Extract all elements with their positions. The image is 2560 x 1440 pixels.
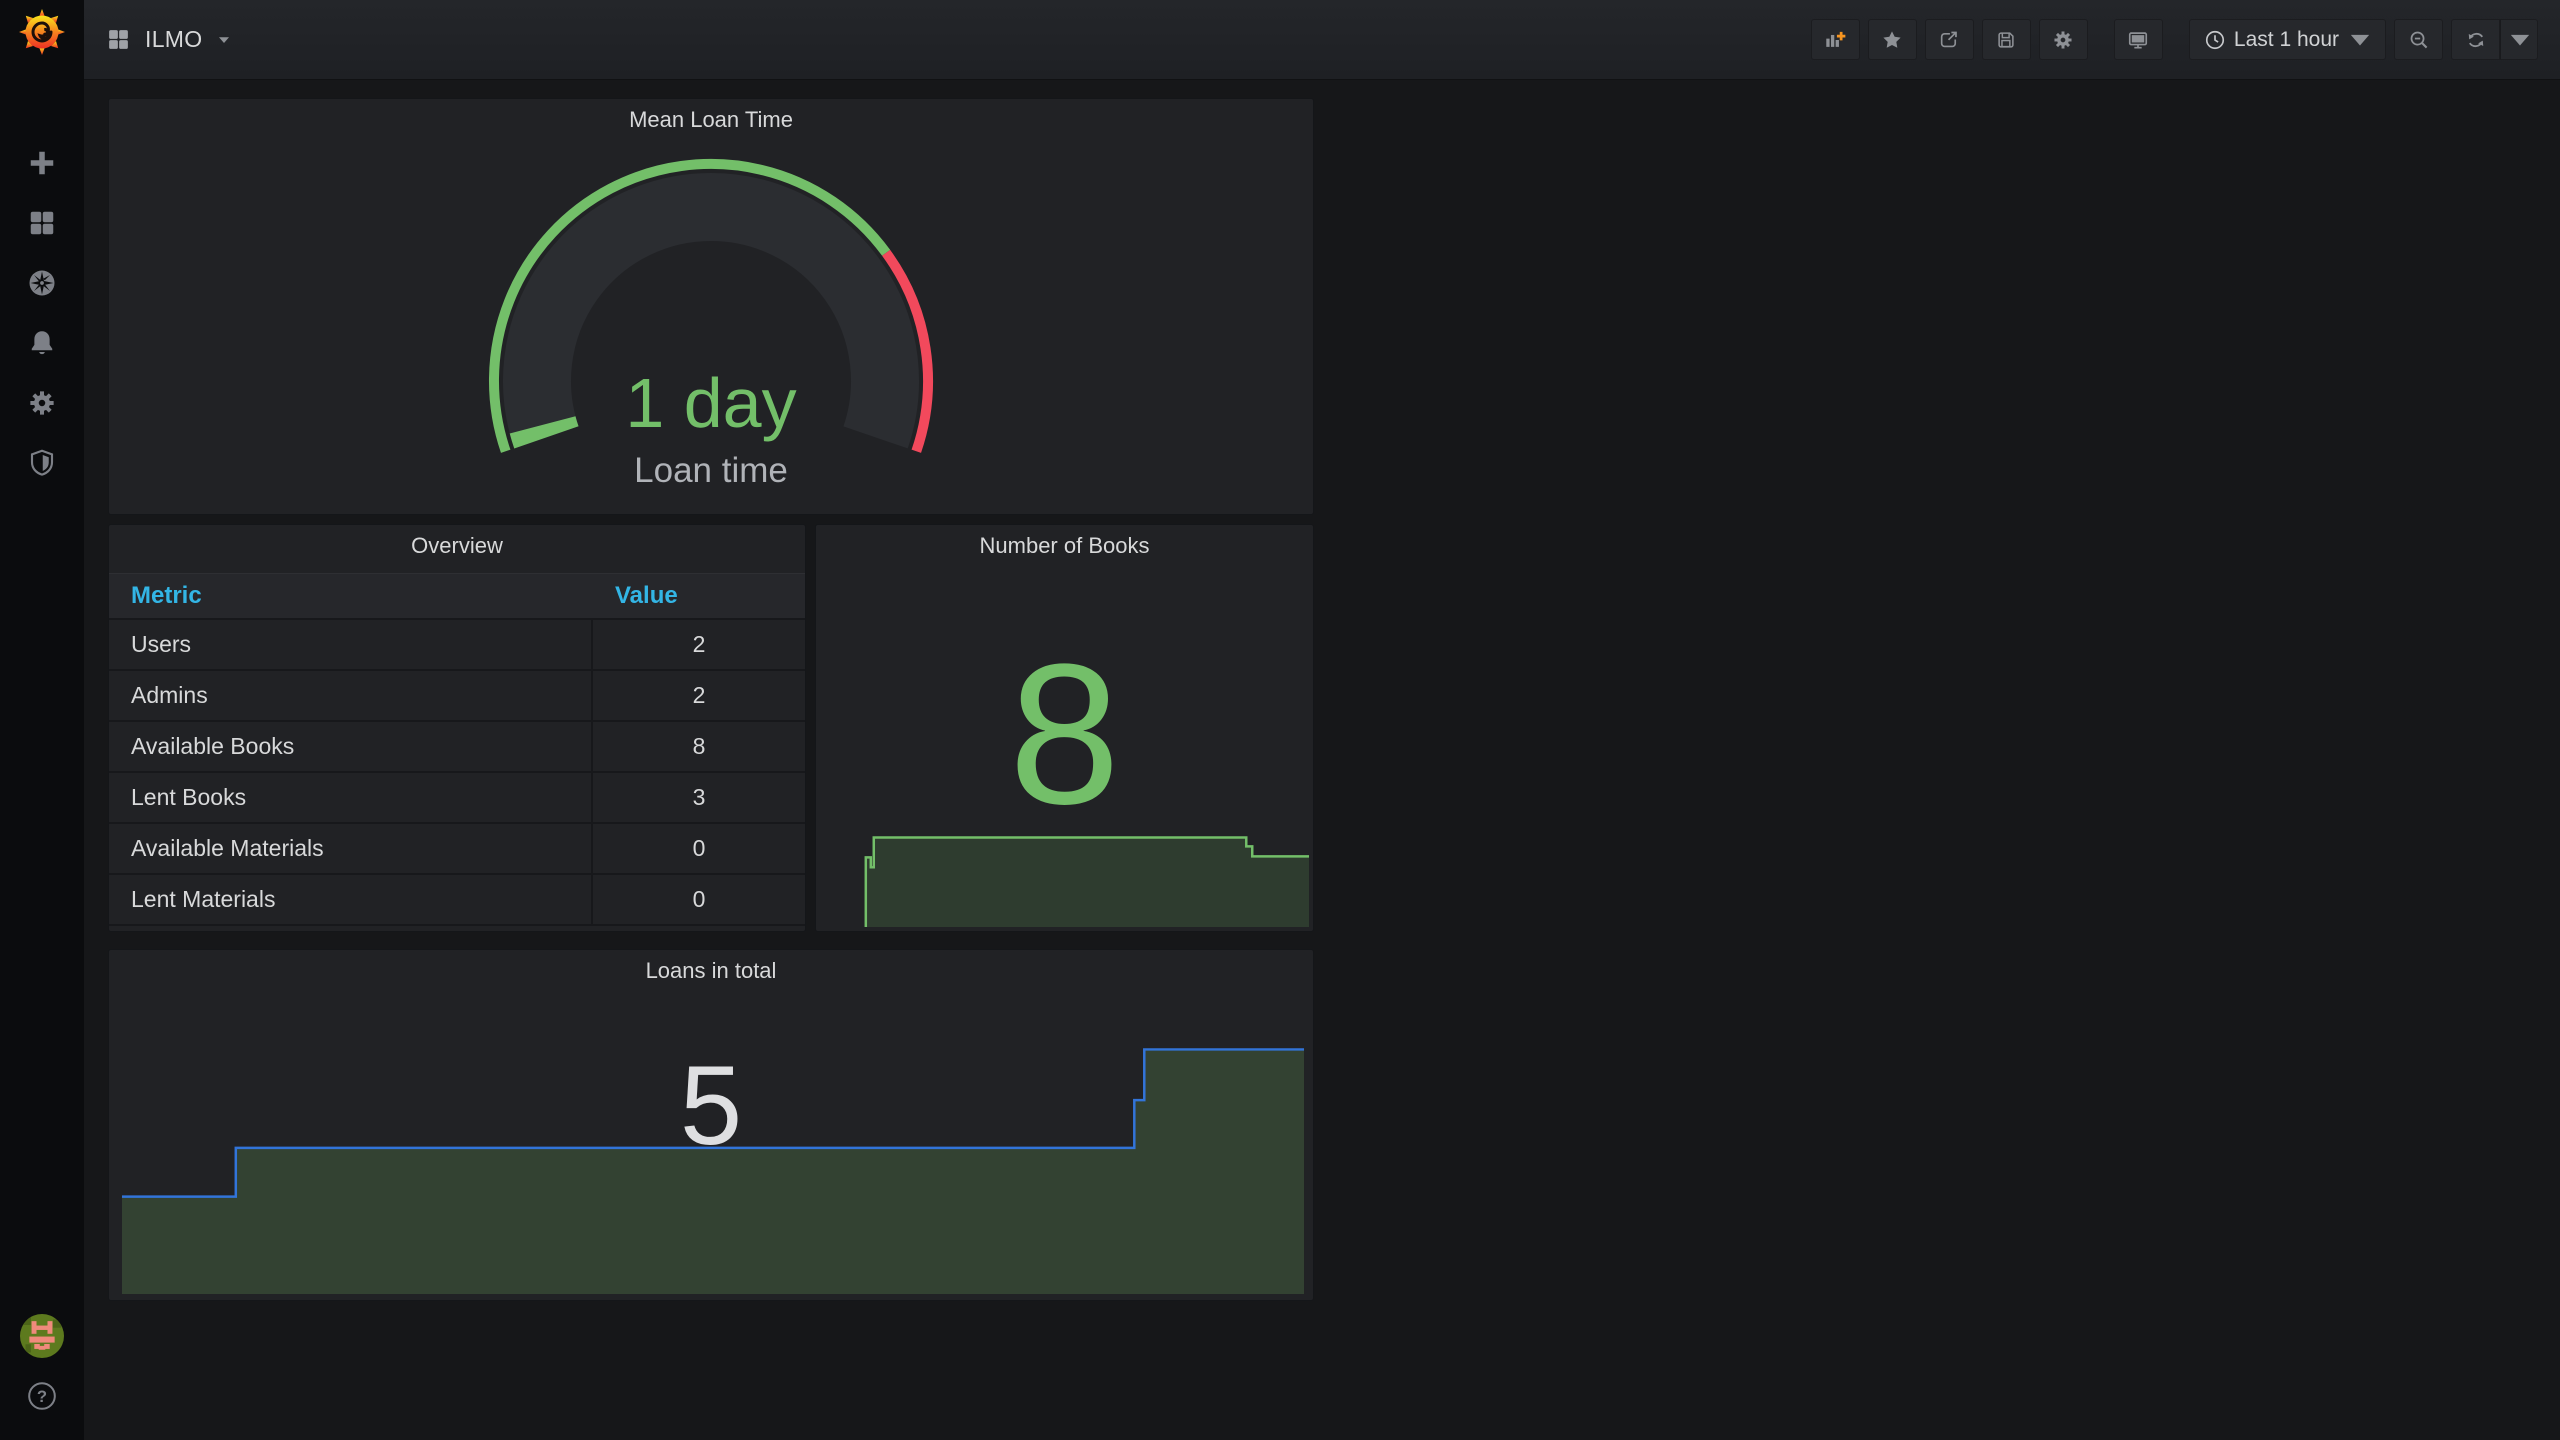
navbar-breadcrumb: ILMO [84, 26, 230, 53]
overview-table: Metric Value Users 2 Admins 2 Available … [109, 573, 805, 926]
sidebar-item-server-admin[interactable] [0, 433, 84, 493]
table-row: Admins 2 [109, 669, 805, 720]
table-footer-border [109, 924, 805, 926]
cycle-view-mode-button[interactable] [2113, 19, 2163, 60]
value-cell: 3 [591, 773, 805, 822]
sidebar-menu [0, 133, 84, 493]
table-header-row: Metric Value [109, 573, 805, 618]
time-range-label: Last 1 hour [2233, 27, 2339, 51]
save-icon [1998, 31, 2015, 48]
metric-cell: Users [131, 631, 192, 657]
add-panel-button[interactable] [1810, 19, 1860, 60]
add-panel-icon [1826, 31, 1846, 47]
table-row: Available Books 8 [109, 720, 805, 771]
user-avatar[interactable] [12, 1306, 72, 1366]
value-cell: 2 [591, 620, 805, 669]
star-icon [1883, 30, 1902, 48]
metric-cell: Available Books [131, 733, 295, 759]
sidebar-bottom: ? [0, 1306, 84, 1440]
chevron-down-icon [2349, 29, 2371, 51]
share-button[interactable] [1924, 19, 1974, 60]
value-cell: 2 [591, 671, 805, 720]
value-cell: 0 [591, 824, 805, 873]
refresh-interval-dropdown[interactable] [2500, 19, 2538, 60]
time-range-picker[interactable]: Last 1 hour [2188, 19, 2386, 60]
configuration-gear-icon [27, 388, 57, 418]
sidebar-item-create[interactable] [0, 133, 84, 193]
sidebar-item-alerting[interactable] [0, 313, 84, 373]
gear-icon [2052, 29, 2074, 51]
table-row: Lent Materials 0 [109, 873, 805, 924]
plus-icon [30, 151, 54, 175]
panel-number-of-books: Number of Books 8 [815, 524, 1314, 932]
chevron-down-icon[interactable] [218, 36, 230, 44]
column-header-value[interactable]: Value [591, 582, 805, 610]
grafana-dashboard: ? ILMO Last 1 hour Mean Loan Time 1 day … [0, 0, 2560, 1440]
sidebar-item-dashboards[interactable] [0, 193, 84, 253]
monitor-icon [2129, 31, 2148, 49]
panel-loans-in-total: Loans in total 5 [108, 949, 1314, 1301]
gauge-label-text: Loan time [634, 451, 788, 490]
chevron-down-icon [2509, 29, 2531, 51]
table-row: Users 2 [109, 618, 805, 669]
dashboard-title[interactable]: ILMO [145, 26, 202, 53]
navbar-actions: Last 1 hour [1803, 19, 2560, 60]
panel-title[interactable]: Overview [109, 533, 805, 559]
zoom-out-icon [2410, 31, 2427, 48]
metric-cell: Available Materials [131, 835, 324, 861]
grafana-logo[interactable] [18, 8, 66, 56]
stat-value: 8 [1008, 623, 1121, 846]
navbar: ILMO Last 1 hour [84, 0, 2560, 80]
settings-button[interactable] [2038, 19, 2088, 60]
clock-icon [2205, 30, 2224, 49]
alerting-bell-icon [31, 331, 53, 355]
metric-cell: Admins [131, 682, 208, 708]
refresh-button[interactable] [2451, 19, 2500, 60]
sidebar-item-explore[interactable] [0, 253, 84, 313]
save-button[interactable] [1981, 19, 2031, 60]
refresh-split-button [2451, 19, 2538, 60]
explore-compass-icon [29, 270, 55, 296]
server-admin-shield-icon [30, 449, 54, 476]
metric-cell: Lent Materials [131, 886, 276, 912]
stat-value: 5 [679, 1043, 743, 1168]
panel-mean-loan-time: Mean Loan Time 1 day Loan time [108, 98, 1314, 515]
sidebar: ? [0, 0, 84, 1440]
favorite-button[interactable] [1867, 19, 1917, 60]
metric-cell: Lent Books [131, 784, 247, 810]
table-row: Lent Books 3 [109, 771, 805, 822]
value-cell: 8 [591, 722, 805, 771]
share-icon [1941, 31, 1958, 47]
gauge-value-text: 1 day [625, 364, 797, 442]
value-cell: 0 [591, 875, 805, 924]
sparkline-fill [865, 837, 1310, 928]
help-question-icon: ? [28, 1382, 56, 1410]
dashboard-squares-icon[interactable] [106, 27, 131, 52]
refresh-icon [2468, 32, 2483, 47]
column-header-metric[interactable]: Metric [109, 582, 591, 610]
table-row: Available Materials 0 [109, 822, 805, 873]
panel-overview: Overview Metric Value Users 2 Admins 2 A… [108, 524, 806, 932]
sidebar-item-configuration[interactable] [0, 373, 84, 433]
panel-title[interactable]: Mean Loan Time [109, 107, 1313, 133]
zoom-out-button[interactable] [2394, 19, 2443, 60]
help-button[interactable]: ? [12, 1366, 72, 1426]
dashboards-grid-icon [27, 208, 57, 238]
svg-text:?: ? [37, 1387, 47, 1406]
